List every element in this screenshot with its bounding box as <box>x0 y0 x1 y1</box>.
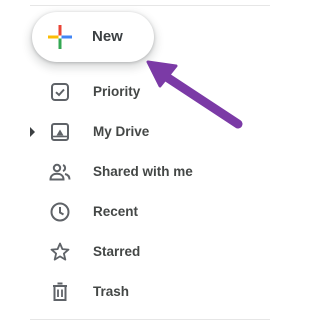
new-button-label: New <box>92 28 123 45</box>
sidebar-item-label: Recent <box>93 204 139 219</box>
sidebar-item-trash[interactable]: Trash <box>0 274 280 310</box>
star-icon <box>50 242 70 261</box>
sidebar-item-recent[interactable]: Recent <box>0 194 280 230</box>
sidebar-item-label: Priority <box>93 84 141 99</box>
expand-arrow-icon[interactable] <box>30 127 35 137</box>
sidebar-item-priority[interactable]: Priority <box>0 74 280 110</box>
new-button[interactable]: New <box>32 12 154 62</box>
clock-icon <box>50 202 70 222</box>
sidebar-item-shared-with-me[interactable]: Shared with me <box>0 154 280 190</box>
sidebar-item-my-drive[interactable]: My Drive <box>0 114 280 150</box>
google-plus-icon <box>48 25 72 49</box>
shared-people-icon <box>49 163 71 181</box>
sidebar-item-label: Starred <box>93 244 141 259</box>
my-drive-icon <box>51 123 69 141</box>
trash-icon <box>53 282 67 301</box>
sidebar-item-label: My Drive <box>93 124 150 139</box>
sidebar-item-starred[interactable]: Starred <box>0 234 280 270</box>
priority-check-icon <box>51 83 69 101</box>
top-divider <box>30 5 270 6</box>
sidebar-item-label: Trash <box>93 284 130 299</box>
sidebar-item-label: Shared with me <box>93 164 193 179</box>
bottom-divider <box>30 319 270 320</box>
